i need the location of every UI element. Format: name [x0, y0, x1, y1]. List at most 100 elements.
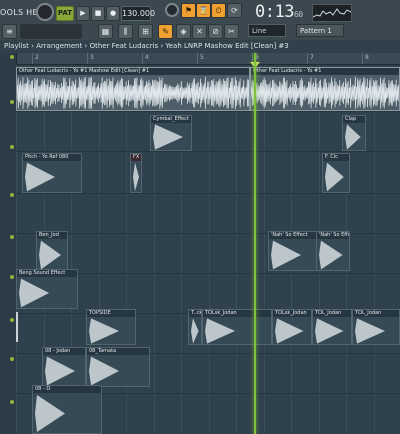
clip-label: TOL_Jodan	[313, 310, 351, 317]
clip-waveform	[251, 76, 399, 110]
audio-clip[interactable]: 'Nah' So Effect	[316, 231, 350, 271]
ruler-number: 8	[365, 54, 369, 61]
master-slider[interactable]	[20, 24, 82, 39]
ruler-tick	[307, 53, 308, 64]
clip-waveform	[345, 124, 361, 150]
clip-waveform	[17, 76, 249, 110]
mute-tool-icon[interactable]: ⊘	[208, 24, 223, 39]
playlist-grid[interactable]: Other Feat Ludacris - Yo #1 Mashow Edit …	[16, 65, 400, 434]
clip-label: Beng Sound Effect	[17, 270, 77, 277]
clip-waveform	[191, 318, 199, 344]
audio-clip[interactable]: Ben_Jod	[36, 231, 68, 271]
clip-waveform	[89, 356, 119, 386]
track-mute-led[interactable]	[10, 193, 14, 197]
tempo-display[interactable]: 130.000	[121, 6, 155, 21]
browser-icon[interactable]: ⊞	[138, 24, 153, 39]
clip-waveform	[35, 395, 65, 432]
clip-waveform	[355, 318, 385, 344]
waveform-shape	[45, 356, 75, 386]
step-seq-icon[interactable]: ▦	[98, 24, 113, 39]
play-button[interactable]: ▶	[76, 6, 90, 21]
clip-label: TOPSIDE	[87, 310, 135, 317]
audio-clip[interactable]: TOL_Jodan	[312, 309, 352, 345]
countdown-icon[interactable]: ⏲	[211, 3, 226, 18]
audio-clip[interactable]: 08_Tamata	[86, 347, 150, 387]
clip-label: FX	[131, 154, 141, 161]
stop-button[interactable]: ■	[91, 6, 105, 21]
track-mute-led[interactable]	[10, 275, 14, 279]
waveform-shape	[25, 162, 55, 192]
clip-waveform	[319, 240, 343, 270]
track-sidebar	[0, 53, 17, 434]
clip-label: 08_Tamata	[87, 348, 149, 355]
grid-beat-line	[16, 65, 17, 434]
track-mute-led[interactable]	[10, 100, 14, 104]
clip-label: 'Nah' So Effect	[317, 232, 349, 239]
clip-label: Clap	[343, 116, 365, 123]
waveform-shape	[191, 318, 199, 344]
audio-clip[interactable]: Pitch - Yo Ref 080	[22, 153, 82, 193]
grid-beat-line	[209, 65, 210, 434]
waveform-shape	[89, 318, 119, 344]
audio-clip[interactable]: F. Clc	[322, 153, 350, 193]
waveform-shape	[133, 162, 139, 192]
track-mute-led[interactable]	[10, 318, 14, 322]
delete-tool-icon[interactable]: ✕	[192, 24, 207, 39]
audio-clip[interactable]: Other Feat Ludacris - Yo #1	[250, 67, 400, 111]
track-separator	[16, 193, 400, 194]
ruler-tick	[362, 53, 363, 64]
master-volume-knob[interactable]	[36, 3, 54, 21]
grid-beat-line	[374, 65, 375, 434]
mixer-icon[interactable]: ⫼	[118, 24, 133, 39]
waveform-shape	[319, 240, 343, 270]
audio-clip[interactable]: 08 - Jodan	[42, 347, 86, 387]
paint-tool-icon[interactable]: ◈	[176, 24, 191, 39]
waveform-shape	[153, 124, 183, 150]
audio-clip[interactable]: 08 - D	[32, 385, 102, 434]
clip-label: Other Feat Ludacris - Yo #1 Mashow Edit …	[17, 68, 249, 75]
track-mute-led[interactable]	[10, 357, 14, 361]
clip-waveform	[19, 278, 49, 308]
grid-beat-line	[264, 65, 265, 434]
clip-label: T..ck	[189, 310, 201, 317]
ruler-tick	[142, 53, 143, 64]
record-button[interactable]: ●	[106, 6, 120, 21]
ruler-tick	[197, 53, 198, 64]
audio-clip[interactable]: TOLsk_Jodan	[202, 309, 272, 345]
audio-clip[interactable]: FX	[130, 153, 142, 193]
waveform-shape	[19, 278, 49, 308]
grid-beat-line	[236, 65, 237, 434]
track-mute-led[interactable]	[10, 55, 14, 59]
clip-waveform	[315, 318, 344, 344]
snap-select[interactable]: Line	[248, 24, 286, 37]
audio-clip[interactable]: T..ck	[188, 309, 202, 345]
wait-icon[interactable]: ⌛	[196, 3, 211, 18]
pattern-selector[interactable]: Pattern 1	[296, 24, 344, 37]
metronome-icon[interactable]: ⚑	[181, 3, 196, 18]
ruler-number: 7	[310, 54, 314, 61]
audio-clip[interactable]: Other Feat Ludacris - Yo #1 Mashow Edit …	[16, 67, 250, 111]
timeline-ruler[interactable]: 2345678	[16, 53, 400, 65]
playhead[interactable]	[254, 53, 256, 434]
audio-clip[interactable]: Cymbal_Effect	[150, 115, 192, 151]
slice-tool-icon[interactable]: ✂	[224, 24, 239, 39]
audio-clip[interactable]: TOL_Jodan	[352, 309, 400, 345]
track-mute-led[interactable]	[10, 235, 14, 239]
audio-clip[interactable]: Beng Sound Effect	[16, 269, 78, 309]
loop-record-icon[interactable]: ⟳	[227, 3, 242, 18]
track-mute-led[interactable]	[10, 145, 14, 149]
audio-clip[interactable]: Clap	[342, 115, 366, 151]
pitch-knob[interactable]	[165, 3, 179, 17]
clip-label: Ben_Jod	[37, 232, 67, 239]
draw-tool-icon[interactable]: ✎	[158, 24, 173, 39]
pat-song-toggle[interactable]: PAT	[56, 6, 74, 21]
audio-clip[interactable]: TOPSIDE	[86, 309, 136, 345]
clip-waveform	[133, 162, 139, 192]
track-mute-led[interactable]	[10, 400, 14, 404]
clip-waveform	[25, 162, 55, 192]
audio-clip[interactable]: TOLsk_Jodan	[272, 309, 312, 345]
clip-waveform	[275, 318, 304, 344]
waveform-shape	[39, 240, 61, 270]
clip-label: Cymbal_Effect	[151, 116, 191, 123]
playlist-icon[interactable]: ≡	[2, 24, 17, 39]
